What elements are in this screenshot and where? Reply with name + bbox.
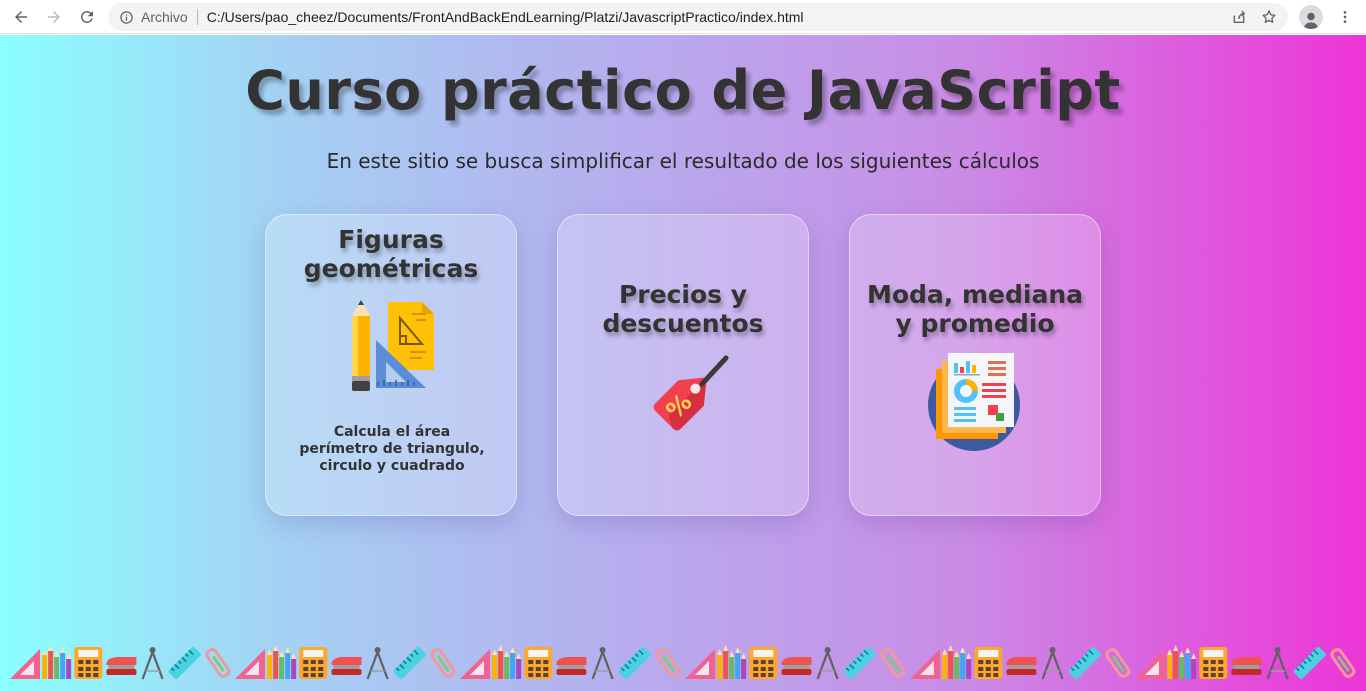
paperclip-icon	[205, 648, 231, 678]
star-icon	[1262, 10, 1276, 23]
back-arrow-icon	[15, 10, 27, 23]
pencils-icon	[717, 645, 747, 679]
compass-icon	[1266, 647, 1289, 680]
compass-icon	[141, 647, 164, 680]
compass-icon	[591, 647, 614, 680]
back-button[interactable]	[7, 3, 35, 31]
scheme-label: Archivo	[141, 9, 188, 25]
share-button[interactable]	[1224, 3, 1254, 31]
info-icon[interactable]	[119, 10, 134, 25]
set-square-icon	[1135, 649, 1165, 679]
pencils-icon	[42, 645, 72, 679]
stapler-icon	[781, 657, 812, 675]
card-title-line: Moda, mediana	[866, 280, 1084, 309]
set-square-icon	[685, 649, 715, 679]
reload-button[interactable]	[73, 3, 101, 31]
card-title-line: geométricas	[303, 254, 479, 283]
paperclip-icon	[430, 648, 456, 678]
card-moda-mediana-promedio[interactable]: Moda, mediana y promedio	[849, 214, 1101, 516]
url-separator	[196, 9, 198, 25]
profile-button[interactable]	[1299, 5, 1323, 29]
pencils-icon	[942, 645, 972, 679]
stapler-icon	[331, 657, 362, 675]
address-bar-actions	[1224, 3, 1284, 31]
set-square-icon	[910, 649, 940, 679]
card-precios-descuentos[interactable]: Precios y descuentos %	[557, 214, 809, 516]
school-supplies-strip	[10, 645, 1356, 680]
set-square-icon	[235, 649, 265, 679]
kebab-menu-icon	[1343, 11, 1347, 23]
forward-arrow-icon	[48, 10, 60, 23]
calculator-icon	[74, 647, 103, 679]
card-figuras-geometricas[interactable]: Figuras geométricas Calcula el área perí…	[265, 214, 517, 516]
browser-menu-button[interactable]	[1334, 5, 1356, 29]
compass-icon	[366, 647, 389, 680]
share-icon	[1233, 10, 1246, 23]
pencils-icon	[492, 645, 522, 679]
paperclip-icon	[655, 648, 681, 678]
set-square-icon	[460, 649, 490, 679]
address-bar[interactable]: Archivo C:/Users/pao_cheez/Documents/Fro…	[108, 3, 1288, 31]
compass-icon	[1041, 647, 1064, 680]
ruler-icon	[843, 646, 876, 680]
pencils-icon	[1167, 645, 1197, 679]
paperclip-icon	[880, 648, 906, 678]
paperclip-icon	[1105, 648, 1131, 678]
card-description: Calcula el área perímetro de triangulo, …	[286, 424, 498, 475]
set-square-icon	[10, 649, 40, 679]
compass-icon	[816, 647, 839, 680]
pencil-ruler-icon	[352, 300, 434, 391]
stapler-icon	[1006, 657, 1037, 675]
stapler-icon	[106, 657, 137, 675]
browser-toolbar: Archivo C:/Users/pao_cheez/Documents/Fro…	[0, 0, 1366, 34]
url-text[interactable]: C:/Users/pao_cheez/Documents/FrontAndBac…	[207, 9, 804, 25]
card-title-line: y promedio	[895, 309, 1055, 338]
card-title-line: Precios y	[618, 280, 748, 309]
bookmark-button[interactable]	[1254, 3, 1284, 31]
card-title-line: Figuras	[338, 225, 444, 254]
ruler-icon	[618, 646, 651, 680]
card-description-line: Calcula el área	[333, 424, 451, 440]
calculator-icon	[749, 647, 778, 679]
card-description-line: perímetro de triangulo,	[299, 441, 485, 457]
forward-button[interactable]	[40, 3, 68, 31]
calculator-icon	[524, 647, 553, 679]
ruler-icon	[1068, 646, 1101, 680]
calculator-icon	[974, 647, 1003, 679]
card-title: Moda, mediana y promedio	[850, 280, 1100, 338]
pencils-icon	[267, 645, 297, 679]
reload-icon	[80, 10, 93, 23]
calculator-icon	[1199, 647, 1228, 679]
ruler-icon	[393, 646, 426, 680]
card-description-line: circulo y cuadrado	[319, 458, 465, 474]
paperclip-icon	[1330, 648, 1356, 678]
ruler-icon	[168, 646, 201, 680]
card-title: Precios y descuentos	[558, 280, 808, 338]
page-viewport: Curso práctico de JavaScript En este sit…	[0, 35, 1366, 691]
page-title: Curso práctico de JavaScript	[245, 59, 1121, 122]
stapler-icon	[556, 657, 587, 675]
ruler-icon	[1293, 646, 1326, 680]
card-title-line: descuentos	[602, 309, 764, 338]
report-chart-icon	[928, 353, 1020, 451]
discount-tag-icon: %	[653, 355, 729, 431]
calculator-icon	[299, 647, 328, 679]
stapler-icon	[1231, 657, 1262, 675]
page-subtitle: En este sitio se busca simplificar el re…	[326, 149, 1040, 173]
profile-icon	[1303, 12, 1319, 29]
card-title: Figuras geométricas	[266, 225, 516, 283]
